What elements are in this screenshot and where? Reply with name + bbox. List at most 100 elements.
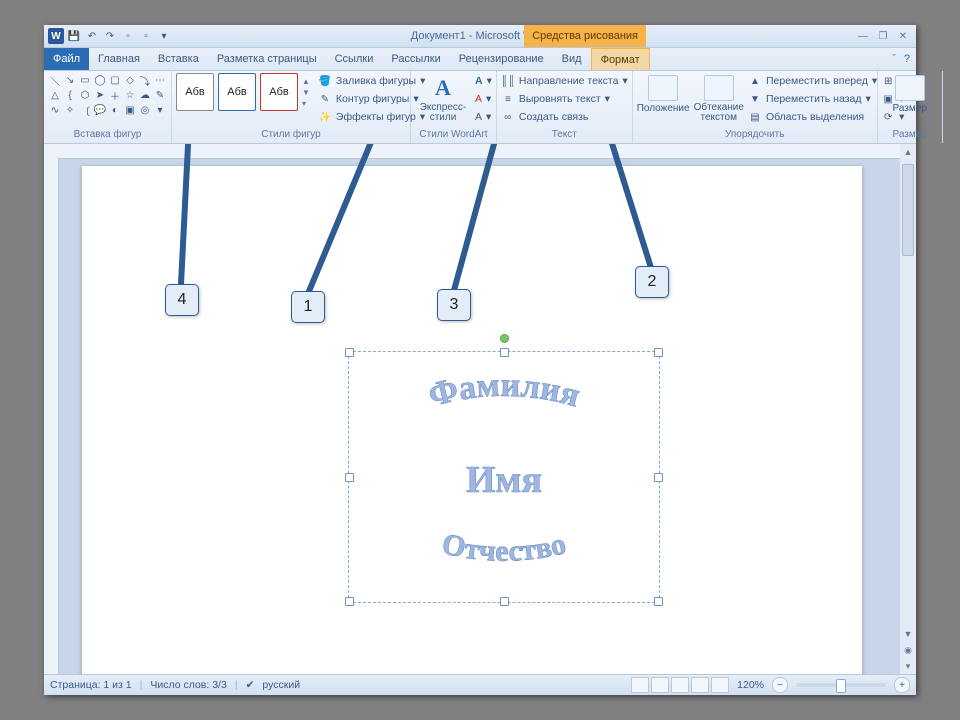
vertical-ruler[interactable] [44, 158, 59, 674]
gallery-up-icon[interactable]: ▲ [302, 77, 310, 86]
view-print-layout[interactable] [631, 677, 649, 693]
tab-file[interactable]: Файл [44, 48, 89, 70]
shape-edit-icon[interactable]: ✎ [153, 88, 167, 102]
zoom-slider[interactable] [796, 683, 886, 687]
position-icon [648, 75, 678, 101]
undo-icon[interactable]: ↶ [84, 28, 100, 44]
shape-misc1-icon[interactable]: ◐ [108, 103, 122, 117]
wordart-line2: Имя [466, 459, 542, 501]
help-icon[interactable]: ? [904, 53, 910, 65]
minimize-icon[interactable]: — [856, 31, 870, 42]
shape-rect-icon[interactable]: ▭ [78, 73, 92, 87]
word-logo-icon[interactable]: W [48, 28, 64, 44]
zoom-level[interactable]: 120% [737, 679, 764, 691]
restore-icon[interactable]: ❐ [876, 31, 890, 42]
text-fill-button[interactable]: A▾ [475, 73, 492, 89]
shape-triangle-icon[interactable]: △ [48, 88, 62, 102]
prev-page-icon[interactable]: ◉ [900, 642, 916, 658]
shape-arrow-icon[interactable]: ↘ [63, 73, 77, 87]
text-direction-button[interactable]: ║║Направление текста ▾ [501, 73, 628, 89]
view-outline[interactable] [691, 677, 709, 693]
shape-hex-icon[interactable]: ⬡ [78, 88, 92, 102]
text-outline-button[interactable]: A▾ [475, 91, 492, 107]
view-web[interactable] [671, 677, 689, 693]
shape-dropdown-icon[interactable]: ▾ [153, 103, 167, 117]
group-text: ║║Направление текста ▾ ≡Выровнять текст … [497, 71, 633, 143]
shape-oval-icon[interactable]: ◯ [93, 73, 107, 87]
bring-forward-button[interactable]: ▲Переместить вперед ▾ [748, 73, 877, 89]
scroll-thumb[interactable] [902, 164, 914, 256]
shape-curve-icon[interactable]: ∿ [48, 103, 62, 117]
shape-line-icon[interactable]: ＼ [48, 73, 62, 87]
shape-outline-button[interactable]: ✎Контур фигуры ▾ [318, 91, 425, 107]
quick-styles-button[interactable]: A Экспресс- стили [415, 73, 471, 123]
close-icon[interactable]: ✕ [896, 31, 910, 42]
qat-dropdown-icon[interactable]: ▾ [156, 28, 172, 44]
shape-fill-button[interactable]: 🪣Заливка фигуры ▾ [318, 73, 425, 89]
shape-arrowr-icon[interactable]: ➤ [93, 88, 107, 102]
shape-style-2[interactable]: Абв [218, 73, 256, 111]
tab-home[interactable]: Главная [89, 48, 149, 70]
tab-insert[interactable]: Вставка [149, 48, 208, 70]
tab-layout[interactable]: Разметка страницы [208, 48, 326, 70]
status-page[interactable]: Страница: 1 из 1 [50, 679, 132, 691]
align-text-button[interactable]: ≡Выровнять текст ▾ [501, 91, 628, 107]
zoom-out-button[interactable]: − [772, 677, 788, 693]
shape-style-1[interactable]: Абв [176, 73, 214, 111]
shape-effects-button[interactable]: ✨Эффекты фигур ▾ [318, 109, 425, 125]
wrap-text-icon [704, 75, 734, 101]
selection-pane-button[interactable]: ▤Область выделения [748, 109, 877, 125]
next-page-icon[interactable]: ▾ [900, 658, 916, 674]
shape-diamond-icon[interactable]: ◇ [123, 73, 137, 87]
tab-mailings[interactable]: Рассылки [382, 48, 449, 70]
page[interactable]: 4 1 3 2 [82, 166, 862, 674]
shape-misc2-icon[interactable]: ▣ [123, 103, 137, 117]
text-direction-icon: ║║ [501, 74, 515, 88]
view-draft[interactable] [711, 677, 729, 693]
shapes-gallery[interactable]: ＼ ↘ ▭ ◯ ▢ ◇ ⤵ ⋯ △ { ⬡ ➤ ＋ ☆ ☁ ✎ ∿ [48, 73, 167, 117]
send-backward-icon: ▼ [748, 92, 762, 106]
position-button[interactable]: Положение [637, 73, 690, 114]
minimize-ribbon-icon[interactable]: ˇ [892, 53, 896, 65]
shape-cloud-icon[interactable]: ☁ [138, 88, 152, 102]
callout-4: 4 [165, 284, 199, 316]
redo-icon[interactable]: ↷ [102, 28, 118, 44]
zoom-slider-thumb[interactable] [836, 679, 846, 693]
scroll-down-icon[interactable]: ▼ [900, 626, 916, 642]
view-fullscreen[interactable] [651, 677, 669, 693]
shape-more-icon[interactable]: ⋯ [153, 73, 167, 87]
gallery-more-icon[interactable]: ▾ [302, 99, 310, 108]
tab-references[interactable]: Ссылки [326, 48, 383, 70]
shape-star-icon[interactable]: ☆ [123, 88, 137, 102]
shape-roundrect-icon[interactable]: ▢ [108, 73, 122, 87]
tab-view[interactable]: Вид [553, 48, 591, 70]
shape-plus-icon[interactable]: ＋ [108, 88, 122, 102]
shape-brace-icon[interactable]: { [63, 88, 77, 102]
save-icon[interactable]: 💾 [66, 28, 82, 44]
wrap-text-button[interactable]: Обтекание текстом [694, 73, 744, 123]
proofing-icon[interactable]: ✔ [246, 679, 255, 691]
tab-review[interactable]: Рецензирование [450, 48, 553, 70]
selected-textbox[interactable]: Фамилия Имя Отчество [348, 351, 660, 603]
zoom-in-button[interactable]: + [894, 677, 910, 693]
send-backward-button[interactable]: ▼Переместить назад ▾ [748, 91, 877, 107]
qat-extra2-icon[interactable]: ▫ [138, 28, 154, 44]
qat-extra-icon[interactable]: ▫ [120, 28, 136, 44]
scroll-up-icon[interactable]: ▲ [900, 144, 916, 160]
tab-format[interactable]: Формат [591, 48, 650, 70]
shape-callout-icon[interactable]: 💬 [93, 103, 107, 117]
horizontal-ruler[interactable] [44, 144, 900, 159]
shape-connector-icon[interactable]: ⤵ [138, 73, 152, 87]
rotate-handle[interactable] [500, 334, 509, 343]
vertical-scrollbar[interactable]: ▲ ▼ ◉ ▾ [900, 144, 916, 674]
status-word-count[interactable]: Число слов: 3/3 [150, 679, 226, 691]
shape-style-3[interactable]: Абв [260, 73, 298, 111]
size-button[interactable]: Размер [882, 73, 938, 114]
shape-free-icon[interactable]: ✧ [63, 103, 77, 117]
text-effects-button[interactable]: A▾ [475, 109, 492, 125]
gallery-down-icon[interactable]: ▼ [302, 88, 310, 97]
shape-misc3-icon[interactable]: ◎ [138, 103, 152, 117]
shape-bracket-icon[interactable]: 〔 [78, 103, 92, 117]
create-link-button[interactable]: ∞Создать связь [501, 109, 628, 125]
status-language[interactable]: русский [262, 679, 300, 691]
